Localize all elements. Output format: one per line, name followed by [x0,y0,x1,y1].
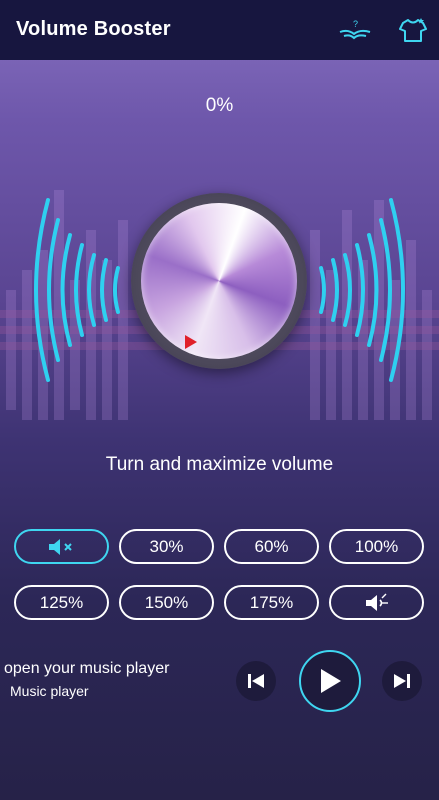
next-track-button[interactable] [382,661,422,701]
preset-150-button[interactable]: 150% [119,585,214,620]
music-player-link[interactable]: open your music player Music player [0,660,230,699]
preset-max-button[interactable] [329,585,424,620]
previous-track-button[interactable] [236,661,276,701]
preset-125-button[interactable]: 125% [14,585,109,620]
volume-max-icon [365,593,388,611]
play-button[interactable] [299,650,361,712]
play-icon [321,669,341,693]
preset-175-button[interactable]: 175% [224,585,319,620]
open-player-text: open your music player [4,660,170,677]
tshirt-icon [399,18,427,42]
volume-knob[interactable] [131,193,307,369]
preset-100-button[interactable]: 100% [329,529,424,564]
player-label: Music player [10,683,89,699]
instruction-text: Turn and maximize volume [105,454,334,475]
help-lamp-icon: ? [339,19,371,40]
app-title: Volume Booster [16,18,171,40]
app-screen: Volume Booster ? 0% Turn and maximize vo… [0,0,439,800]
skip-next-icon [394,674,410,688]
knob-marker-icon [185,335,197,349]
mute-icon [48,538,72,555]
skip-previous-icon [248,674,264,688]
preset-mute-button[interactable] [14,529,109,564]
preset-60-button[interactable]: 60% [224,529,319,564]
help-lamp-button[interactable]: ? [338,14,372,46]
app-header: Volume Booster ? [0,0,439,60]
preset-30-button[interactable]: 30% [119,529,214,564]
svg-text:?: ? [353,19,358,29]
theme-shirt-button[interactable] [396,14,430,46]
boost-level-text: 0% [205,95,234,116]
knob-face [141,203,297,359]
